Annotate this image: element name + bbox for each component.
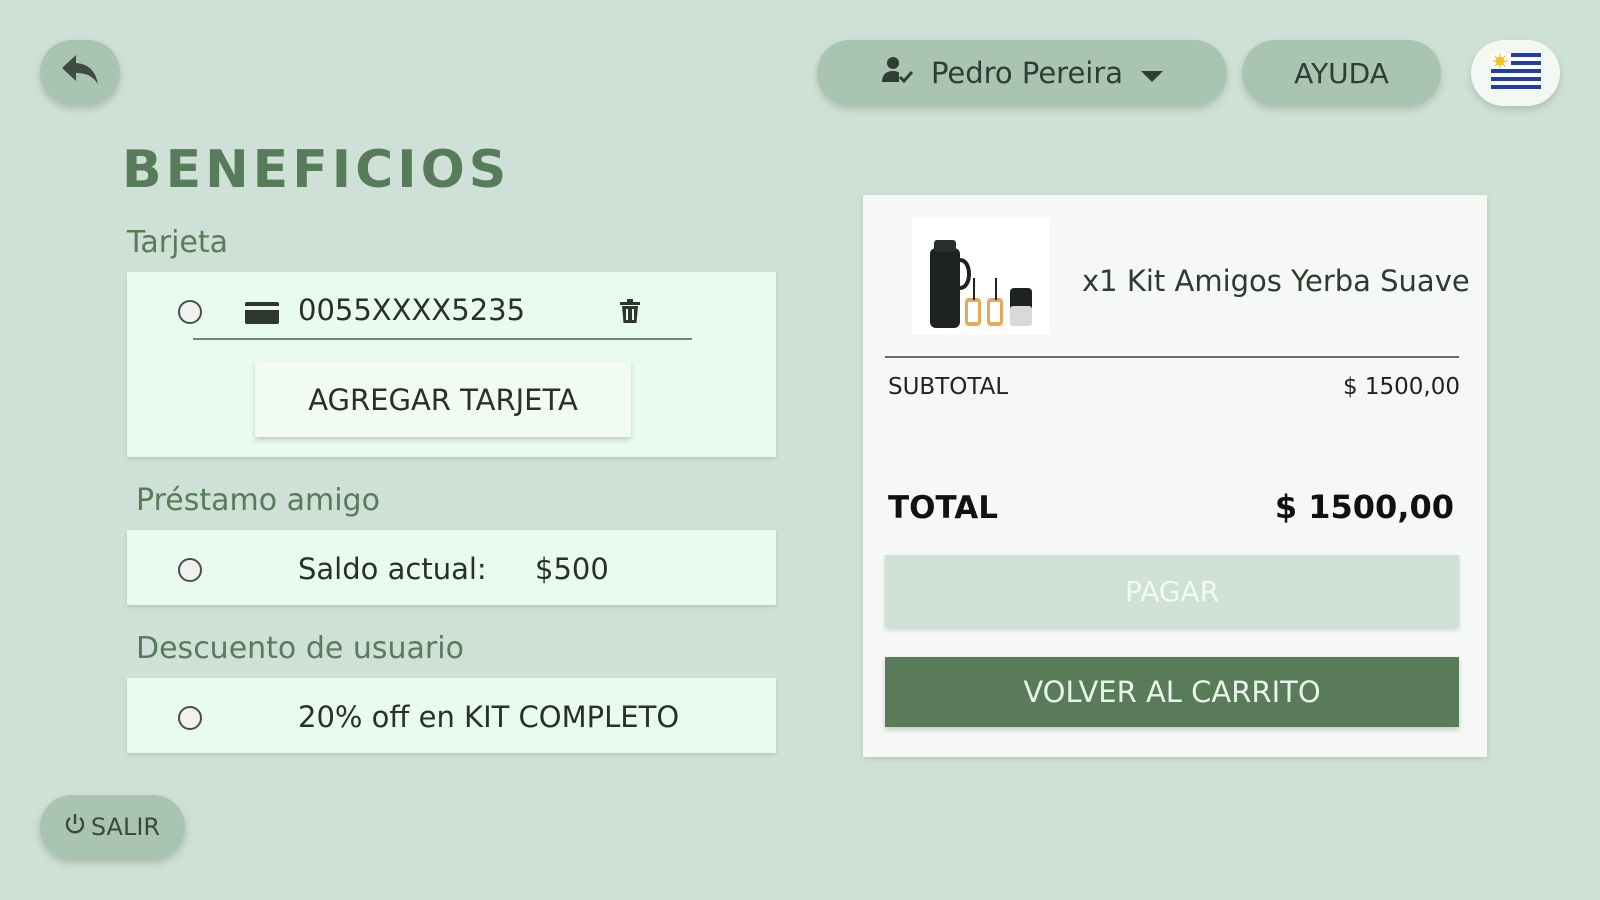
trash-icon[interactable]: [620, 299, 640, 327]
add-card-label: AGREGAR TARJETA: [308, 382, 578, 417]
loan-section-label: Préstamo amigo: [136, 483, 380, 518]
discount-text: 20% off en KIT COMPLETO: [298, 700, 680, 734]
product-image: [912, 218, 1049, 335]
help-label: AYUDA: [1294, 56, 1389, 90]
card-radio[interactable]: [178, 300, 202, 324]
subtotal-label: SUBTOTAL: [888, 374, 1009, 400]
reply-arrow-icon: [60, 53, 100, 91]
loan-radio[interactable]: [178, 558, 202, 582]
exit-button[interactable]: SALIR: [40, 795, 185, 859]
total-label: TOTAL: [888, 490, 998, 526]
discount-radio[interactable]: [178, 706, 202, 730]
card-underline: [193, 338, 692, 340]
pay-button[interactable]: PAGAR: [885, 555, 1459, 627]
add-card-button[interactable]: AGREGAR TARJETA: [255, 362, 631, 437]
user-name: Pedro Pereira: [930, 56, 1124, 90]
balance-value: $500: [535, 552, 609, 586]
power-icon: [65, 813, 85, 841]
page-title: BENEFICIOS: [122, 140, 511, 200]
discount-section-label: Descuento de usuario: [136, 631, 464, 666]
exit-label: SALIR: [90, 813, 161, 841]
help-button[interactable]: AYUDA: [1242, 40, 1441, 106]
chevron-down-icon: [1141, 56, 1164, 90]
back-to-cart-button[interactable]: VOLVER AL CARRITO: [885, 657, 1459, 727]
product-name: x1 Kit Amigos Yerba Suave: [1082, 264, 1470, 298]
total-value: $ 1500,00: [1274, 488, 1454, 526]
pay-label: PAGAR: [1124, 574, 1220, 608]
user-check-icon: [881, 55, 914, 92]
saved-card-number: 0055XXXX5235: [298, 293, 526, 327]
card-section-label: Tarjeta: [127, 225, 229, 260]
user-menu-button[interactable]: Pedro Pereira: [817, 40, 1227, 106]
balance-label: Saldo actual:: [298, 552, 487, 586]
credit-card-icon: [245, 302, 279, 328]
back-button[interactable]: [40, 40, 120, 104]
uruguay-flag-icon: [1490, 53, 1541, 93]
back-to-cart-label: VOLVER AL CARRITO: [1023, 675, 1321, 709]
summary-divider: [885, 356, 1459, 358]
language-button[interactable]: [1471, 40, 1560, 106]
subtotal-value: $ 1500,00: [1342, 374, 1460, 400]
